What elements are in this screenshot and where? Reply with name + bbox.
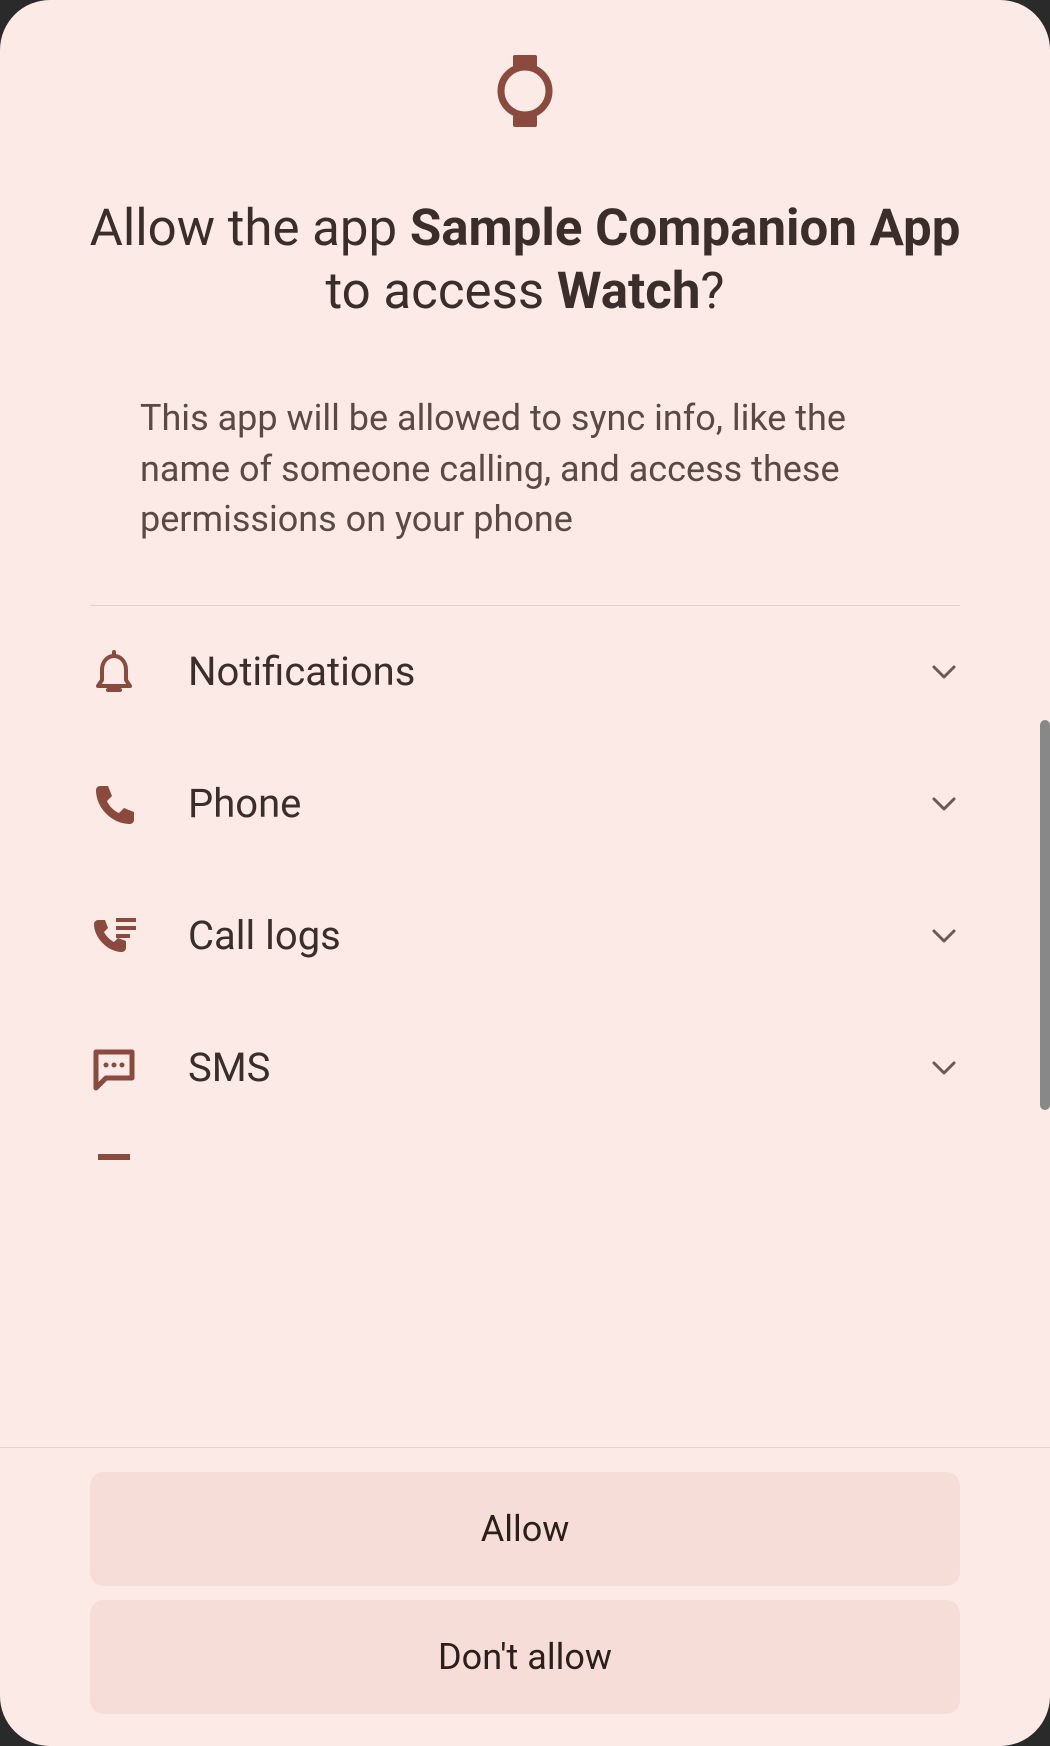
permission-item-phone[interactable]: Phone [90, 738, 960, 870]
dialog-description: This app will be allowed to sync info, l… [40, 393, 1010, 544]
deny-button[interactable]: Don't allow [90, 1600, 960, 1714]
title-suffix: ? [700, 262, 724, 321]
partial-icon [90, 1152, 138, 1176]
permission-item-partial[interactable] [90, 1134, 960, 1176]
phone-icon [90, 780, 138, 828]
permission-dialog: Allow the app Sample Companion App to ac… [0, 0, 1050, 1746]
title-middle: to access [325, 262, 556, 321]
watch-icon-wrapper [40, 55, 1010, 127]
chevron-down-icon [928, 1052, 960, 1084]
watch-icon [497, 55, 553, 127]
permission-label: Phone [188, 780, 878, 827]
permission-label: Notifications [188, 648, 878, 695]
call-logs-icon [90, 912, 138, 960]
dialog-header: Allow the app Sample Companion App to ac… [0, 0, 1050, 605]
chevron-down-icon [928, 920, 960, 952]
permission-label: Call logs [188, 912, 878, 959]
permissions-list[interactable]: Notifications Phone [90, 605, 960, 1447]
scrollbar[interactable] [1040, 720, 1050, 1110]
notifications-icon [90, 648, 138, 696]
title-target: Watch [557, 262, 701, 321]
permission-item-call-logs[interactable]: Call logs [90, 870, 960, 1002]
title-prefix: Allow the app [90, 199, 410, 258]
permission-item-sms[interactable]: SMS [90, 1002, 960, 1134]
allow-button[interactable]: Allow [90, 1472, 960, 1586]
permission-item-notifications[interactable]: Notifications [90, 606, 960, 738]
dialog-title: Allow the app Sample Companion App to ac… [40, 197, 1010, 323]
chevron-down-icon [928, 788, 960, 820]
chevron-down-icon [928, 656, 960, 688]
title-app-name: Sample Companion App [410, 199, 961, 258]
sms-icon [90, 1044, 138, 1092]
permission-label: SMS [188, 1044, 878, 1091]
dialog-buttons: Allow Don't allow [0, 1447, 1050, 1746]
